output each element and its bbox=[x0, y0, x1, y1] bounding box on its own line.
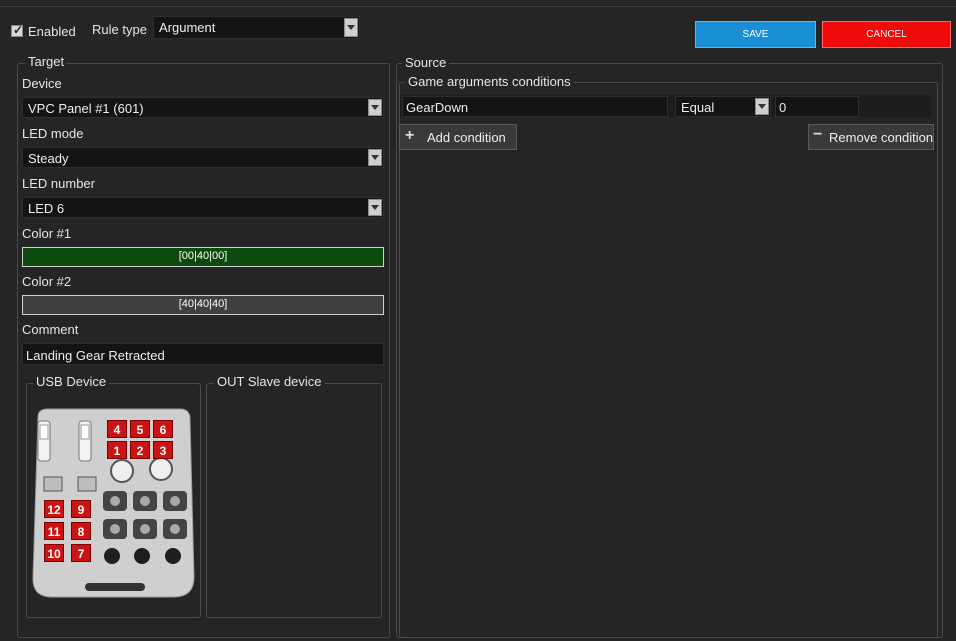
plus-icon: + bbox=[405, 127, 415, 144]
remove-condition-label: Remove condition bbox=[829, 130, 934, 145]
led-number-value: LED 6 bbox=[28, 201, 65, 216]
chevron-down-icon bbox=[755, 98, 769, 115]
rule-type-value: Argument bbox=[159, 20, 216, 35]
add-condition-button[interactable]: + Add condition bbox=[399, 124, 517, 150]
condition-argument-field[interactable]: GearDown bbox=[402, 96, 668, 117]
led-pad-7: 7 bbox=[71, 544, 91, 562]
condition-operator-value: Equal bbox=[681, 100, 715, 115]
led-pad-10: 10 bbox=[44, 544, 64, 562]
usb-device-title: USB Device bbox=[33, 374, 110, 389]
led-pad-8: 8 bbox=[71, 522, 91, 540]
led-mode-value: Steady bbox=[28, 151, 69, 166]
condition-operator-select[interactable]: Equal bbox=[675, 96, 771, 117]
led-pad-3: 3 bbox=[153, 441, 173, 459]
led-pad-11: 11 bbox=[44, 522, 64, 540]
conditions-title: Game arguments conditions bbox=[405, 74, 574, 89]
led-pad-2: 2 bbox=[130, 441, 150, 459]
color1-picker[interactable]: [00|40|00] bbox=[22, 247, 384, 267]
out-slave-title: OUT Slave device bbox=[214, 374, 325, 389]
out-slave-group bbox=[206, 383, 382, 618]
led-pad-12: 12 bbox=[44, 500, 64, 518]
top-divider bbox=[0, 6, 956, 7]
cancel-button[interactable]: CANCEL bbox=[822, 21, 951, 48]
condition-argument-value: GearDown bbox=[406, 100, 469, 115]
condition-value-field[interactable]: 0 bbox=[775, 96, 859, 117]
color2-label: Color #2 bbox=[22, 274, 72, 289]
led-mode-select[interactable]: Steady bbox=[22, 147, 384, 168]
device-value: VPC Panel #1 (601) bbox=[28, 101, 144, 116]
led-pad-9: 9 bbox=[71, 500, 91, 518]
comment-value: Landing Gear Retracted bbox=[26, 348, 165, 363]
led-pad-1: 1 bbox=[107, 441, 127, 459]
add-condition-label: Add condition bbox=[427, 130, 506, 145]
chevron-down-icon bbox=[344, 18, 358, 37]
target-title: Target bbox=[25, 54, 68, 69]
comment-field[interactable]: Landing Gear Retracted bbox=[22, 343, 384, 365]
chevron-down-icon bbox=[368, 199, 382, 216]
led-number-select[interactable]: LED 6 bbox=[22, 197, 384, 218]
check-icon: ✓ bbox=[13, 23, 24, 37]
led-pad-6: 6 bbox=[153, 420, 173, 438]
device-label: Device bbox=[22, 76, 62, 91]
chevron-down-icon bbox=[368, 149, 382, 166]
vpc-panel-image: 4 5 6 1 2 3 12 9 11 8 10 7 bbox=[30, 407, 198, 600]
conditions-group bbox=[399, 82, 938, 638]
minus-icon: − bbox=[813, 126, 823, 143]
led-pad-5: 5 bbox=[130, 420, 150, 438]
enabled-checkbox[interactable]: ✓ bbox=[11, 23, 24, 37]
rule-type-label: Rule type bbox=[92, 22, 147, 37]
save-button[interactable]: SAVE bbox=[695, 21, 816, 48]
source-title: Source bbox=[402, 55, 450, 70]
remove-condition-button[interactable]: − Remove condition bbox=[808, 124, 934, 150]
led-mode-label: LED mode bbox=[22, 126, 84, 141]
color2-picker[interactable]: [40|40|40] bbox=[22, 295, 384, 315]
enabled-label: Enabled bbox=[28, 24, 76, 39]
comment-label: Comment bbox=[22, 322, 79, 337]
device-select[interactable]: VPC Panel #1 (601) bbox=[22, 97, 384, 118]
led-number-label: LED number bbox=[22, 176, 95, 191]
led-pad-4: 4 bbox=[107, 420, 127, 438]
color1-label: Color #1 bbox=[22, 226, 72, 241]
condition-value: 0 bbox=[779, 100, 787, 115]
rule-type-select[interactable]: Argument bbox=[153, 16, 360, 39]
chevron-down-icon bbox=[368, 99, 382, 116]
